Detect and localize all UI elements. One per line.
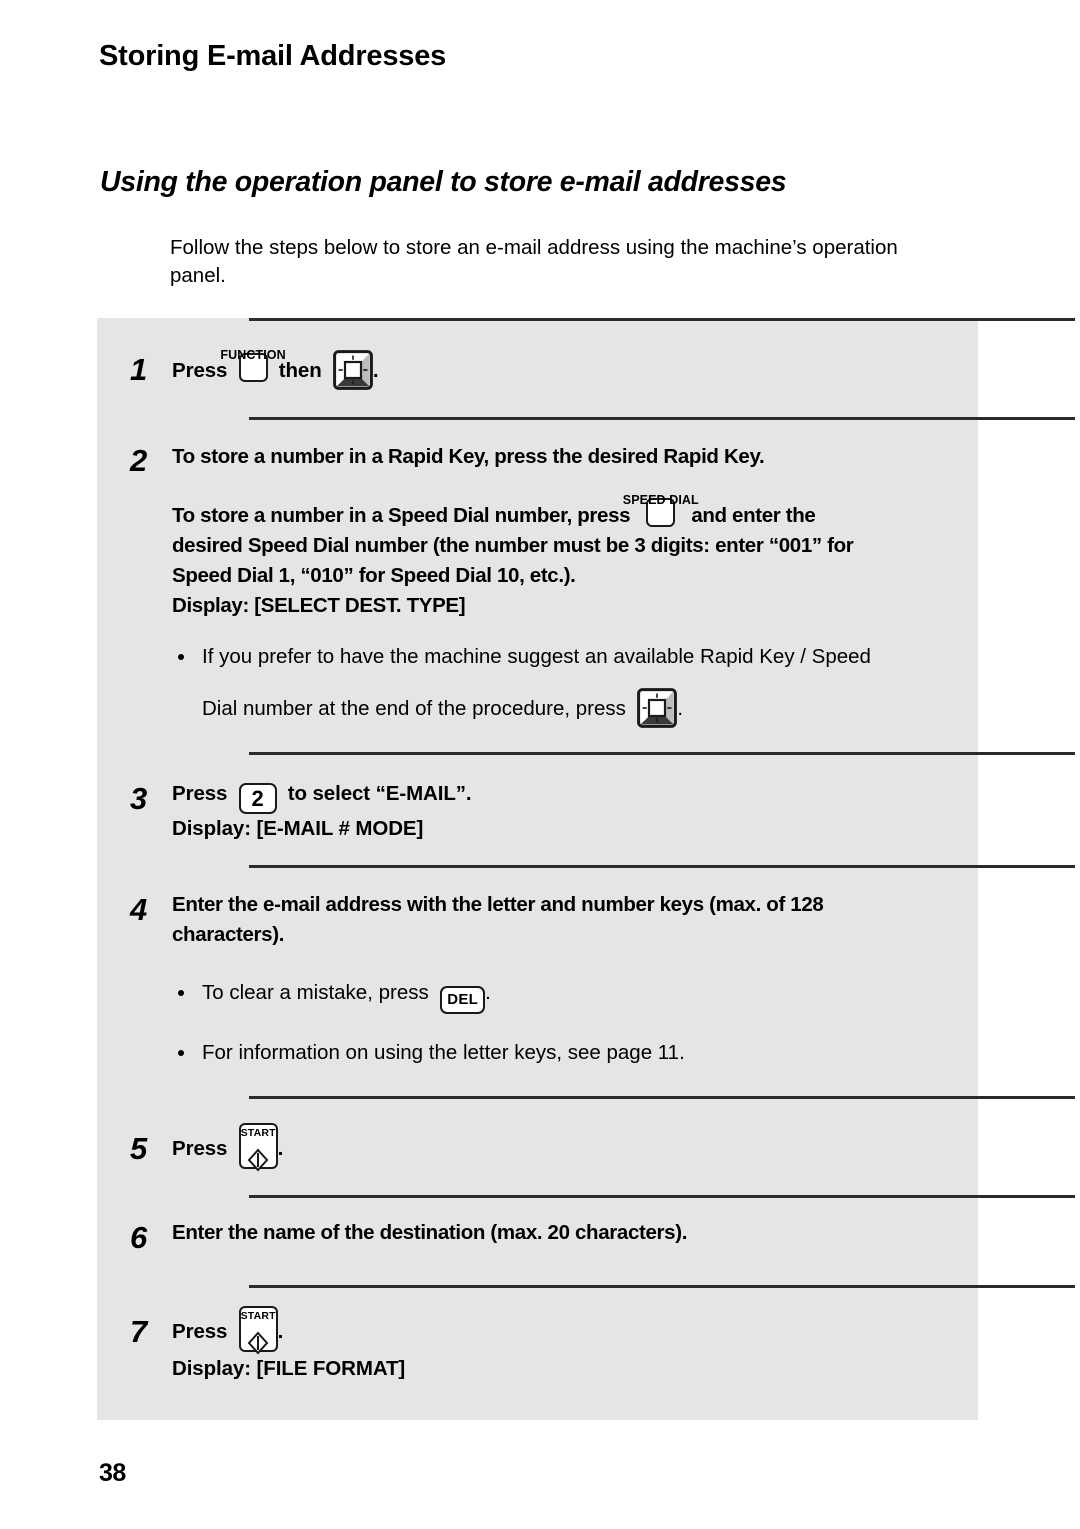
step-1-line: Press FUNCTION then . (172, 349, 967, 390)
step-7-line-1: Press START . (172, 1306, 967, 1356)
function-key-caption: FUNCTION (220, 348, 286, 362)
step-1-period: . (372, 359, 379, 382)
step-6-line-1: Enter the name of the destination (max. … (172, 1221, 688, 1244)
del-key[interactable]: DEL (440, 986, 486, 1014)
press-label: Press (172, 782, 228, 805)
step-7-display: Display: [FILE FORMAT] (172, 1357, 406, 1380)
step-2-bullet-1-text: Dial number at the end of the procedure,… (202, 697, 626, 720)
step-3-body: Press 2 to select “E-MAIL”. Display: [E-… (172, 779, 967, 844)
numeric-key-2[interactable]: 2 (238, 783, 277, 814)
section-title: Using the operation panel to store e-mai… (100, 166, 787, 198)
step-6-body: Enter the name of the destination (max. … (172, 1218, 967, 1248)
bullet-dot-icon (178, 654, 184, 660)
press-label: Press (172, 1320, 228, 1343)
step-4-bullet-2: For information on using the letter keys… (172, 1038, 967, 1068)
separator-1-2 (249, 417, 1075, 420)
step-4-line-2: characters). (172, 923, 285, 946)
step-2-bullet-1-line-2: Dial number at the end of the procedure,… (202, 688, 967, 728)
then-label: then (278, 359, 322, 382)
step-5-number: 5 (130, 1131, 148, 1166)
step-3-after-key: to select “E-MAIL”. (287, 782, 472, 805)
speed-dial-key[interactable]: SPEED DIAL (623, 494, 699, 531)
separator-3-4 (249, 865, 1075, 868)
separator-top (249, 318, 1075, 321)
separator-6-7 (249, 1285, 1075, 1288)
step-7-number: 7 (130, 1314, 148, 1349)
start-diamond-icon (246, 1142, 270, 1190)
page-title: Storing E-mail Addresses (99, 40, 447, 72)
step-2-line-2-after: and enter the (691, 504, 816, 527)
step-2-number: 2 (130, 443, 148, 478)
step-7-period: . (277, 1320, 284, 1343)
step-4-bullet-2-text: For information on using the letter keys… (202, 1041, 685, 1064)
press-label: Press (172, 1137, 228, 1160)
speed-dial-key-caption: SPEED DIAL (622, 493, 699, 507)
step-3-display: Display: [E-MAIL # MODE] (172, 817, 424, 840)
step-5-line-1: Press START . (172, 1123, 967, 1173)
step-2-line-1: To store a number in a Rapid Key, press … (172, 445, 765, 468)
step-6-number: 6 (130, 1220, 148, 1255)
step-2-bullet-1: If you prefer to have the machine sugges… (172, 642, 967, 728)
separator-2-3 (249, 752, 1075, 755)
step-3-line-1: Press 2 to select “E-MAIL”. (172, 779, 967, 814)
step-4-bullet-1-period: . (485, 981, 491, 1004)
navigation-arrow-key[interactable] (637, 688, 678, 728)
step-2-line-2-before: To store a number in a Speed Dial number… (172, 504, 631, 527)
step-1-number: 1 (130, 352, 148, 387)
start-key[interactable]: START (238, 1123, 278, 1172)
start-diamond-icon (246, 1325, 270, 1373)
press-label: Press (172, 359, 228, 382)
step-4-bullet-1-text: To clear a mistake, press (202, 981, 429, 1004)
function-key[interactable]: FUNCTION (220, 349, 286, 386)
step-2-bullet-1-line-1: If you prefer to have the machine sugges… (202, 645, 871, 668)
separator-5-6 (249, 1195, 1075, 1198)
start-key-caption: START (240, 1310, 276, 1322)
step-2-line-5: Display: [SELECT DEST. TYPE] (172, 594, 466, 617)
page-number: 38 (99, 1459, 126, 1487)
step-4-number: 4 (130, 892, 148, 927)
bullet-dot-icon (178, 1050, 184, 1056)
navigation-arrow-key[interactable] (332, 350, 373, 390)
step-5-body: Press START . (172, 1123, 967, 1173)
step-2-body: To store a number in a Rapid Key, press … (172, 442, 967, 728)
step-7-body: Press START . Display: [FILE FORMAT] (172, 1306, 967, 1384)
step-2-line-3: desired Speed Dial number (the number mu… (172, 534, 854, 557)
bullet-dot-icon (178, 990, 184, 996)
step-2-line-2: To store a number in a Speed Dial number… (172, 494, 967, 531)
step-2-line-4: Speed Dial 1, “010” for Speed Dial 10, e… (172, 564, 576, 587)
step-2-bullet-1-period: . (677, 697, 684, 720)
step-3-number: 3 (130, 781, 148, 816)
step-1-body: Press FUNCTION then . (172, 349, 967, 390)
step-4-bullet-1: To clear a mistake, press DEL. (172, 978, 967, 1014)
step-4-body: Enter the e-mail address with the letter… (172, 890, 967, 1068)
start-key[interactable]: START (238, 1306, 278, 1355)
start-key-caption: START (240, 1127, 276, 1139)
intro-paragraph: Follow the steps below to store an e-mai… (170, 236, 898, 287)
separator-4-5 (249, 1096, 1075, 1099)
step-4-line-1: Enter the e-mail address with the letter… (172, 893, 824, 916)
steps-panel: 1 Press FUNCTION then . 2 To store a num… (97, 318, 1075, 1420)
step-5-period: . (277, 1137, 284, 1160)
